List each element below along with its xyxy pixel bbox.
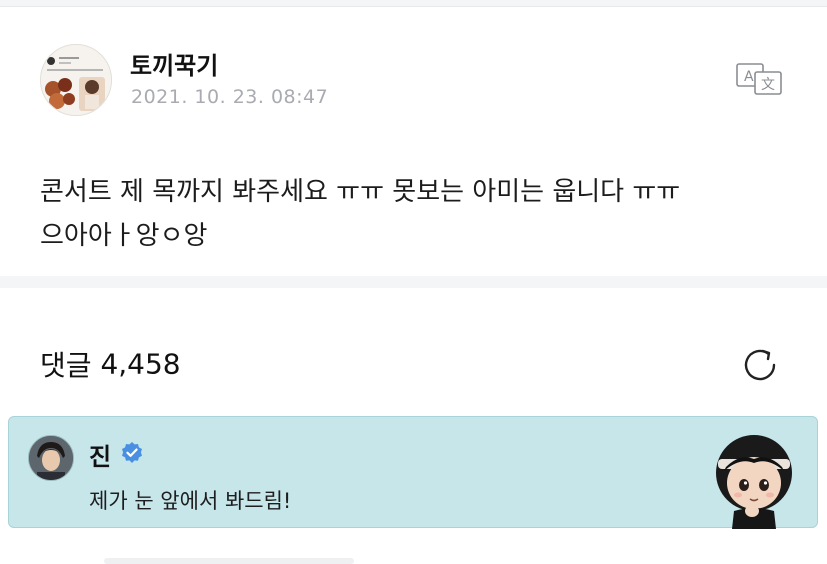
verified-badge-icon [120,441,144,465]
translate-icon[interactable]: A 文 [735,61,785,97]
svg-text:文: 文 [761,77,775,93]
comments-header: 댓글 4,458 [40,344,181,384]
artist-name[interactable]: 진 [89,437,111,472]
svg-text:A: A [744,69,754,85]
post-header: 토끼꾹기 2021. 10. 23. 08:47 A 文 [0,44,827,124]
artist-comment-text: 제가 눈 앞에서 봐드림! [89,489,292,513]
refresh-icon[interactable] [741,346,781,384]
character-mascot [704,427,804,529]
next-item-placeholder [104,558,354,564]
author-avatar[interactable] [40,44,112,116]
post-timestamp: 2021. 10. 23. 08:47 [131,86,329,108]
post-body: 콘서트 제 목까지 봐주세요 ㅠㅠ 못보는 아미는 웁니다 ㅠㅠ 으아아ㅏ앙ㅇ앙 [40,170,800,258]
artist-comment-card[interactable]: 진 제가 눈 앞에서 봐드림! [8,416,818,529]
author-name[interactable]: 토끼꾹기 [130,46,218,81]
top-divider [0,0,827,7]
post-body-line-2: 으아아ㅏ앙ㅇ앙 [40,221,208,251]
comments-label: 댓글 [40,349,92,382]
comments-count: 4,458 [100,347,181,381]
post-body-line-1: 콘서트 제 목까지 봐주세요 ㅠㅠ 못보는 아미는 웁니다 ㅠㅠ [40,177,681,207]
section-divider [0,276,827,288]
artist-avatar[interactable] [28,435,74,481]
